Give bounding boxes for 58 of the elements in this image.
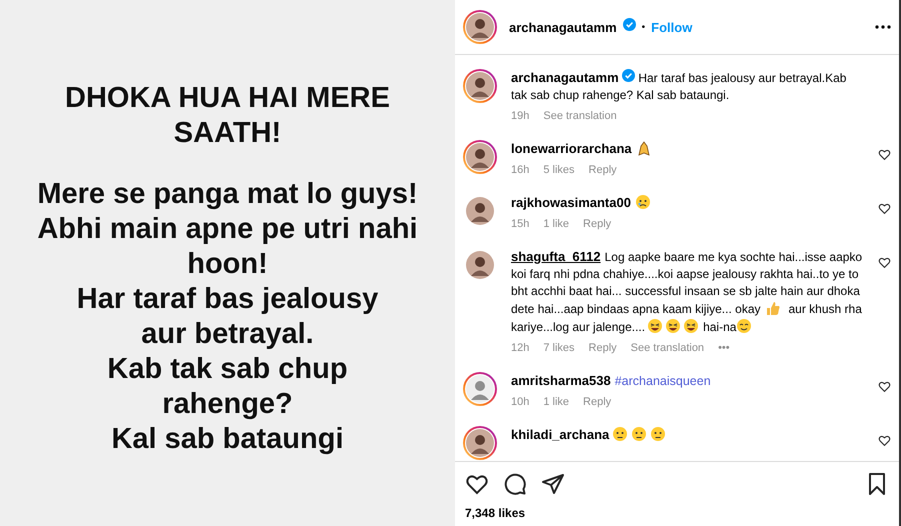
image-text: Mere se panga mat lo guys! [37,177,418,212]
worried-face-icon [650,426,666,442]
like-icon[interactable] [878,202,891,215]
reply-button[interactable]: Reply [588,342,617,354]
see-translation-link[interactable]: See translation [630,342,704,354]
laughing-face-icon [647,318,664,334]
image-text: Abhi main apne pe utri nahi [37,212,418,247]
follow-button[interactable]: Follow [651,20,692,34]
image-text: SAATH! [174,116,282,151]
image-text: Har taraf bas jealousy [76,282,378,317]
comment-text: shagufta_6112 Log aapke baare me kya sochte hai...isse aapko koi farq nhi pdna chahiye....koi aapse jealousy rakhta hai..to ye to bht acchhi baat hai... successful insaan se sb jalte hain aur dhoka dete hai...aap bindaas apna kaam kijiye... okay aur khush rha kariye...log aur jalenge.... hai-na [511,248,864,336]
likes-count[interactable]: 5 likes [543,164,575,176]
username[interactable]: archanagautamm [509,20,617,34]
reply-button[interactable]: Reply [588,164,617,176]
image-text: hoon! [187,247,268,282]
like-icon[interactable] [878,148,891,161]
reply-button[interactable]: Reply [583,396,612,408]
worried-face-icon [612,426,628,442]
more-options-button[interactable]: ••• [718,342,730,354]
timestamp: 19h [511,110,530,122]
verified-badge-icon [622,18,636,31]
avatar[interactable] [466,197,494,225]
laughing-face-icon [683,318,700,334]
comment-text: lonewarriorarchana [511,140,864,158]
image-text: aur betrayal. [141,317,314,352]
image-text: DHOKA HUA HAI MERE [65,81,390,116]
timestamp: 12h [511,342,530,354]
verified-badge-icon [622,69,635,82]
more-options-icon[interactable] [875,25,891,29]
comment-text: amritsharma538 #archanaisqueen [511,372,712,390]
share-icon[interactable] [541,472,565,496]
sad-face-icon [634,194,651,210]
smiling-face-icon [736,318,752,334]
like-icon[interactable] [878,380,891,393]
timestamp: 15h [511,218,530,230]
thumbs-up-icon [764,300,780,316]
caption-text: archanagautamm Har taraf bas jealousy aur betrayal.Kab tak sab chup rahenge? Kal sab bataungi. [511,69,848,104]
see-translation-link[interactable]: See translation [543,110,617,122]
likes-count[interactable]: 1 like [543,218,570,230]
comment-text: khiladi_archana [511,426,864,444]
avatar[interactable] [466,251,494,279]
image-text: rahenge? [162,387,293,422]
image-text: Kal sab bataungi [111,422,344,457]
reply-button[interactable]: Reply [583,218,612,230]
comment-text: rajkhowasimanta00 [511,194,864,212]
bookmark-icon[interactable] [867,472,887,496]
comment-icon[interactable] [503,472,527,496]
worried-face-icon [631,426,648,442]
timestamp: 16h [511,164,530,176]
separator: • [642,22,646,32]
likes-count[interactable]: 7,348 likes [455,500,899,526]
timestamp: 10h [511,396,530,408]
likes-count[interactable]: 7 likes [543,342,575,354]
like-icon[interactable] [878,256,891,269]
like-icon[interactable] [878,434,891,447]
likes-count[interactable]: 1 like [543,396,570,408]
laughing-face-icon [665,318,682,334]
image-text: Kab tak sab chup [107,352,348,387]
